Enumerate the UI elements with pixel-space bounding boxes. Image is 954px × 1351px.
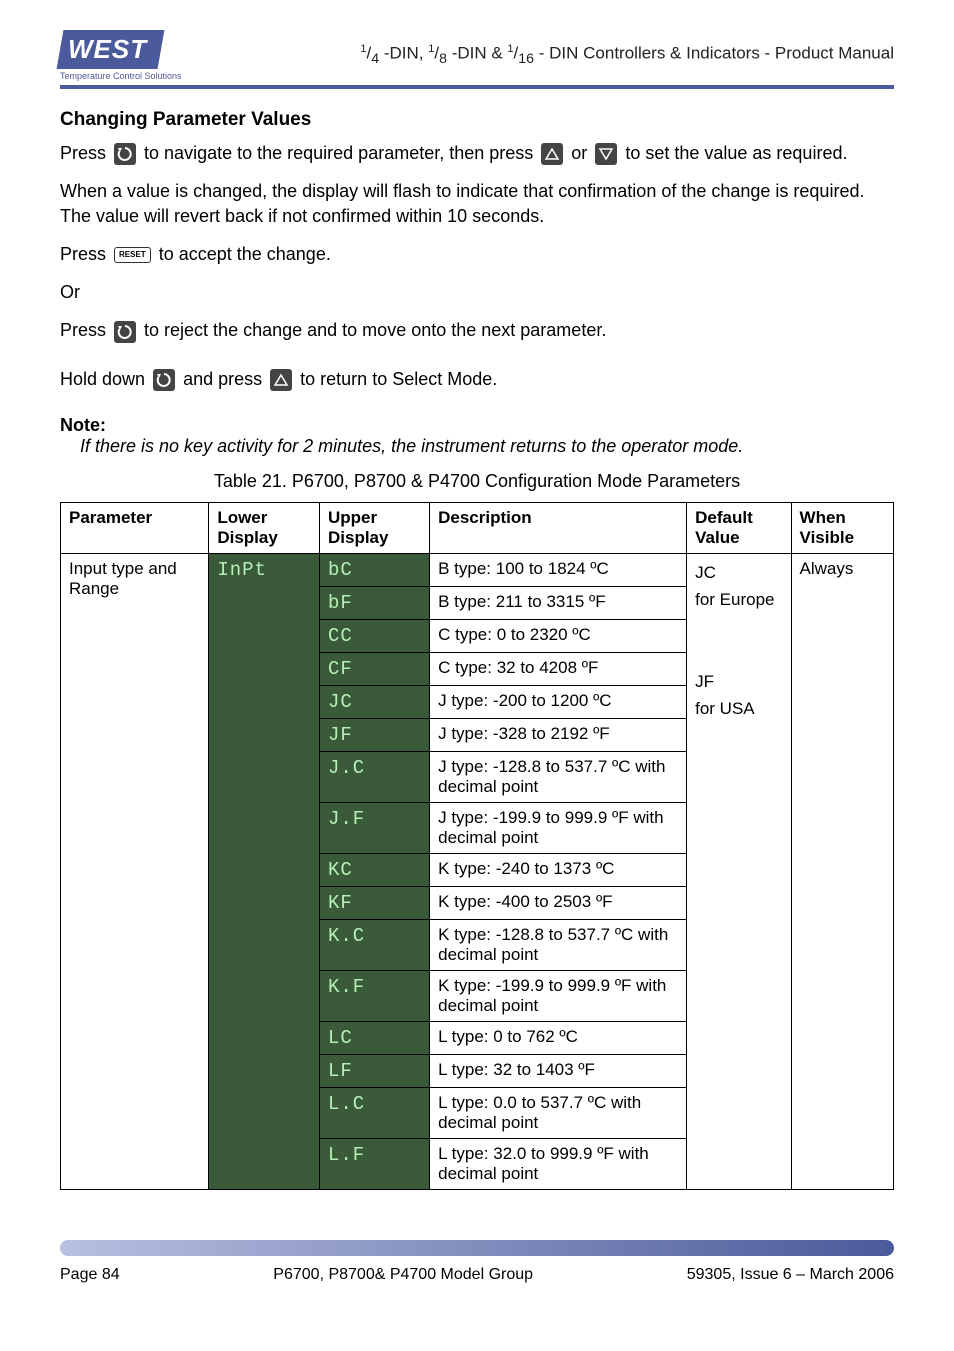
upper-display-cell: JF [320, 719, 430, 752]
description-cell: K type: -240 to 1373 ºC [430, 854, 687, 887]
page-footer: Page 84 P6700, P8700& P4700 Model Group … [0, 1266, 954, 1304]
down-triangle-icon [595, 143, 617, 165]
up-triangle-icon [270, 369, 292, 391]
press-navigate-text: Press to navigate to the required parame… [60, 141, 894, 165]
when-visible-cell: Always [791, 554, 893, 1190]
upper-display-cell: J.F [320, 803, 430, 854]
upper-display-cell: KC [320, 854, 430, 887]
section-heading: Changing Parameter Values [60, 109, 894, 131]
col-visible: When Visible [791, 503, 893, 554]
upper-display-cell: bF [320, 587, 430, 620]
cycle-icon [114, 143, 136, 165]
footer-center: P6700, P8700& P4700 Model Group [273, 1266, 533, 1284]
table-caption: Table 21. P6700, P8700 & P4700 Configura… [60, 471, 894, 492]
cycle-icon [114, 321, 136, 343]
col-parameter: Parameter [61, 503, 209, 554]
col-lower-display: Lower Display [209, 503, 320, 554]
description-cell: L type: 32.0 to 999.9 ºF with decimal po… [430, 1139, 687, 1190]
footer-accent-bar [60, 1240, 894, 1256]
parameters-table: Parameter Lower Display Upper Display De… [60, 502, 894, 1190]
or-text: Or [60, 280, 894, 304]
note-body: If there is no key activity for 2 minute… [80, 436, 894, 457]
value-changed-text: When a value is changed, the display wil… [60, 179, 894, 228]
default-value-cell: JCfor EuropeJFfor USA [687, 554, 791, 1190]
reset-icon: RESET [114, 247, 151, 263]
description-cell: K type: -199.9 to 999.9 ºF with decimal … [430, 971, 687, 1022]
description-cell: J type: -199.9 to 999.9 ºF with decimal … [430, 803, 687, 854]
footer-left: Page 84 [60, 1266, 120, 1284]
logo-main: WEST [57, 30, 165, 69]
upper-display-cell: K.F [320, 971, 430, 1022]
upper-display-cell: LC [320, 1022, 430, 1055]
upper-display-cell: L.F [320, 1139, 430, 1190]
col-description: Description [430, 503, 687, 554]
upper-display-cell: J.C [320, 752, 430, 803]
param-name-cell: Input type and Range [61, 554, 209, 1190]
description-cell: C type: 0 to 2320 ºC [430, 620, 687, 653]
description-cell: J type: -200 to 1200 ºC [430, 686, 687, 719]
description-cell: B type: 211 to 3315 ºF [430, 587, 687, 620]
press-accept-text: Press RESET to accept the change. [60, 242, 894, 266]
logo: WEST Temperature Control Solutions [60, 30, 182, 81]
description-cell: L type: 0 to 762 ºC [430, 1022, 687, 1055]
up-triangle-icon [541, 143, 563, 165]
logo-subtitle: Temperature Control Solutions [60, 71, 182, 81]
table-row: Input type and RangeInPtbCB type: 100 to… [61, 554, 894, 587]
note-heading: Note: [60, 415, 894, 436]
upper-display-cell: K.C [320, 920, 430, 971]
upper-display-cell: KF [320, 887, 430, 920]
hold-down-text: Hold down and press to return to Select … [60, 367, 894, 391]
description-cell: C type: 32 to 4208 ºF [430, 653, 687, 686]
cycle-icon [153, 369, 175, 391]
press-reject-text: Press to reject the change and to move o… [60, 318, 894, 342]
lower-display-cell: InPt [209, 554, 320, 1190]
description-cell: L type: 0.0 to 537.7 ºC with decimal poi… [430, 1088, 687, 1139]
description-cell: B type: 100 to 1824 ºC [430, 554, 687, 587]
upper-display-cell: CF [320, 653, 430, 686]
description-cell: K type: -128.8 to 537.7 ºC with decimal … [430, 920, 687, 971]
upper-display-cell: LF [320, 1055, 430, 1088]
col-upper-display: Upper Display [320, 503, 430, 554]
upper-display-cell: L.C [320, 1088, 430, 1139]
col-default: Default Value [687, 503, 791, 554]
table-header-row: Parameter Lower Display Upper Display De… [61, 503, 894, 554]
upper-display-cell: bC [320, 554, 430, 587]
footer-right: 59305, Issue 6 – March 2006 [687, 1266, 894, 1284]
header-title: 1/4 -DIN, 1/8 -DIN & 1/16 - DIN Controll… [360, 43, 894, 67]
description-cell: K type: -400 to 2503 ºF [430, 887, 687, 920]
description-cell: L type: 32 to 1403 ºF [430, 1055, 687, 1088]
upper-display-cell: CC [320, 620, 430, 653]
upper-display-cell: JC [320, 686, 430, 719]
page-header: WEST Temperature Control Solutions 1/4 -… [60, 30, 894, 89]
description-cell: J type: -328 to 2192 ºF [430, 719, 687, 752]
description-cell: J type: -128.8 to 537.7 ºC with decimal … [430, 752, 687, 803]
